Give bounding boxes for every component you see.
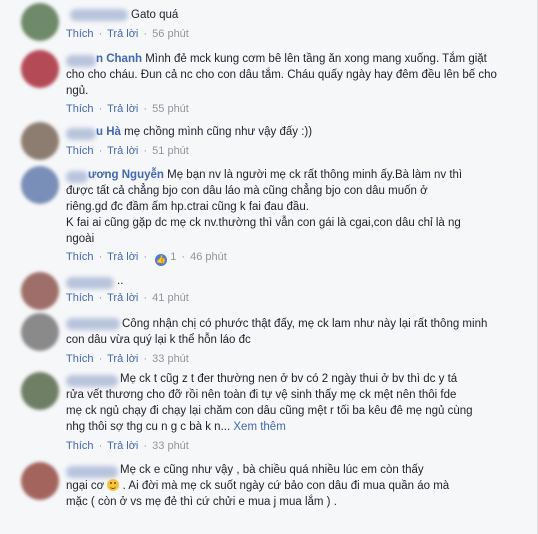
author-name[interactable]: u Hà [96, 126, 121, 138]
separator: · [98, 103, 103, 115]
separator: · [143, 292, 148, 304]
avatar[interactable] [21, 166, 59, 204]
comment-thread: Gato quá Thích · Trả lời · 56 phút n Cha… [0, 0, 538, 534]
separator: · [98, 251, 103, 263]
timestamp[interactable]: 33 phút [152, 440, 189, 452]
separator: · [98, 353, 103, 365]
separator: · [143, 440, 148, 452]
author-name[interactable]: n Chanh [96, 53, 142, 65]
comment-actions: Thích · Trả lời · 33 phút [66, 440, 189, 452]
timestamp[interactable]: 55 phút [152, 103, 189, 115]
like-link[interactable]: Thích [66, 251, 94, 263]
author-name[interactable] [66, 277, 114, 289]
like-link[interactable]: Thích [66, 103, 94, 115]
separator: · [98, 440, 103, 452]
like-link[interactable]: Thích [66, 440, 94, 452]
comment-actions: Thích · Trả lời · 56 phút [66, 28, 189, 40]
comment-actions: Thích · Trả lời · 33 phút [66, 353, 189, 365]
timestamp[interactable]: 41 phút [152, 292, 189, 304]
avatar[interactable] [21, 50, 59, 88]
avatar[interactable] [21, 272, 59, 310]
comment-actions: Thích · Trả lời · 👍 1 · 46 phút [66, 251, 227, 266]
avatar[interactable] [21, 313, 59, 351]
separator: · [143, 28, 148, 40]
reply-link[interactable]: Trả lời [107, 103, 138, 115]
reply-link[interactable]: Trả lời [107, 292, 138, 304]
like-link[interactable]: Thích [66, 353, 94, 365]
separator: · [143, 103, 148, 115]
like-link[interactable]: Thích [66, 145, 94, 157]
separator: · [143, 353, 148, 365]
comment-actions: Thích · Trả lời · 41 phút [66, 292, 189, 304]
comment-text: Mẹ ck e cũng như vậy , bà chiều quá nhiề… [66, 464, 450, 508]
like-reaction-icon[interactable]: 👍 [155, 254, 168, 266]
avatar[interactable] [21, 372, 59, 410]
comment-text: n Chanh Mình đẻ mck kung cơm bê lên tầng… [66, 53, 497, 97]
reply-link[interactable]: Trả lời [107, 353, 138, 365]
avatar[interactable] [21, 462, 59, 500]
comment-actions: Thích · Trả lời · 51 phút [66, 145, 189, 157]
author-name[interactable]: ương Nguyễn [88, 169, 164, 181]
reply-link[interactable]: Trả lời [107, 28, 138, 40]
timestamp[interactable]: 33 phút [152, 353, 189, 365]
timestamp[interactable]: 51 phút [152, 145, 189, 157]
separator: · [143, 251, 148, 263]
separator: · [181, 251, 186, 263]
grinning-emoji-icon [107, 479, 120, 491]
comment-text: Công nhận chị có phước thật đấy, mẹ ck l… [66, 318, 488, 346]
comment-text: ương Nguyễn Mẹ bạn nv là người mẹ ck rất… [66, 169, 463, 245]
timestamp[interactable]: 56 phút [152, 28, 189, 40]
author-name[interactable] [70, 9, 128, 21]
separator: · [98, 28, 103, 40]
like-link[interactable]: Thích [66, 28, 94, 40]
avatar[interactable] [21, 122, 59, 160]
timestamp[interactable]: 46 phút [190, 251, 227, 263]
reply-link[interactable]: Trả lời [107, 251, 138, 263]
comment-actions: Thích · Trả lời · 55 phút [66, 103, 189, 115]
comment-text: Mẹ ck t cũg z t đer thường nen ở bv có 2… [66, 373, 473, 433]
comment-text: .. [117, 275, 124, 287]
comment-text: Gato quá [131, 9, 179, 21]
avatar[interactable] [21, 3, 59, 41]
separator: · [143, 145, 148, 157]
comment-text: u Hà mẹ chồng mình cũng như vậy đấy :)) [96, 126, 313, 138]
reply-link[interactable]: Trả lời [107, 440, 138, 452]
reaction-count[interactable]: 1 [170, 251, 176, 263]
reply-link[interactable]: Trả lời [107, 145, 138, 157]
separator: · [98, 145, 103, 157]
like-link[interactable]: Thích [66, 292, 94, 304]
separator: · [98, 292, 103, 304]
see-more-link[interactable]: Xem thêm [233, 421, 285, 433]
